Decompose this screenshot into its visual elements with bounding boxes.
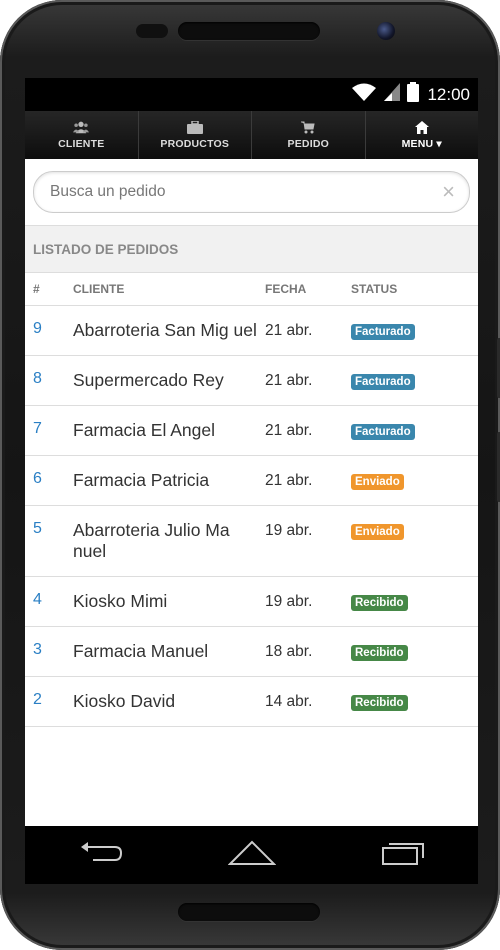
order-client: Kiosko David [73, 691, 176, 711]
back-icon [79, 841, 123, 870]
table-row[interactable]: 8 Supermercado Rey 21 abr. Facturado [25, 356, 478, 406]
orders-list: 9 Abarroteria San Mig uel 21 abr. Factur… [25, 306, 478, 727]
home-icon [414, 120, 430, 134]
nav-pedido-label: PEDIDO [287, 138, 329, 150]
search-container: × [25, 159, 478, 225]
order-client: Farmacia Patricia [73, 470, 210, 490]
cart-icon [300, 120, 316, 134]
order-client: Farmacia El Angel [73, 420, 216, 440]
status-badge: Facturado [351, 424, 415, 440]
nav-pedido[interactable]: PEDIDO [252, 111, 366, 159]
nav-menu[interactable]: MENU ▾ [366, 111, 479, 159]
header-num: # [33, 282, 40, 296]
table-row[interactable]: 9 Abarroteria San Mig uel 21 abr. Factur… [25, 306, 478, 356]
order-number[interactable]: 4 [25, 591, 73, 609]
table-row[interactable]: 4 Kiosko Mimi 19 abr. Recibido [25, 577, 478, 627]
users-icon [73, 120, 90, 134]
recents-button[interactable] [373, 835, 433, 875]
wifi-icon [351, 82, 377, 107]
back-button[interactable] [71, 835, 131, 875]
status-badge: Facturado [351, 374, 415, 390]
order-number[interactable]: 9 [25, 320, 73, 338]
order-client: Abarroteria San Mig uel [73, 320, 257, 340]
table-row[interactable]: 2 Kiosko David 14 abr. Recibido [25, 677, 478, 727]
order-date: 21 abr. [265, 472, 313, 489]
table-row[interactable]: 5 Abarroteria Julio Ma nuel 19 abr. Envi… [25, 506, 478, 577]
order-number[interactable]: 5 [25, 520, 73, 538]
order-number[interactable]: 8 [25, 370, 73, 388]
system-nav-bar [25, 826, 478, 884]
front-camera [377, 22, 395, 40]
nav-productos-label: PRODUCTOS [160, 138, 230, 150]
recents-icon [381, 840, 425, 871]
briefcase-icon [186, 120, 203, 134]
top-speaker [178, 22, 320, 40]
header-fecha: FECHA [265, 282, 307, 296]
order-number[interactable]: 2 [25, 691, 73, 709]
order-date: 19 abr. [265, 593, 313, 610]
nav-menu-text: MENU [401, 138, 434, 150]
header-cliente: CLIENTE [73, 282, 125, 296]
nav-menu-label: MENU ▾ [402, 138, 442, 150]
home-button[interactable] [222, 835, 282, 875]
nav-productos[interactable]: PRODUCTOS [139, 111, 252, 159]
order-client: Farmacia Manuel [73, 641, 209, 661]
clear-icon[interactable]: × [442, 181, 455, 203]
status-badge: Enviado [351, 474, 404, 490]
nav-cliente[interactable]: CLIENTE [25, 111, 139, 159]
order-date: 14 abr. [265, 693, 313, 710]
header-status: STATUS [351, 282, 398, 296]
nav-cliente-label: CLIENTE [58, 138, 105, 150]
status-badge: Enviado [351, 524, 404, 540]
status-badge: Facturado [351, 324, 415, 340]
table-header: # CLIENTE FECHA STATUS [25, 273, 478, 306]
order-date: 18 abr. [265, 643, 313, 660]
table-row[interactable]: 7 Farmacia El Angel 21 abr. Facturado [25, 406, 478, 456]
order-number[interactable]: 3 [25, 641, 73, 659]
order-client: Supermercado Rey [73, 370, 224, 390]
status-badge: Recibido [351, 595, 408, 611]
table-row[interactable]: 3 Farmacia Manuel 18 abr. Recibido [25, 627, 478, 677]
status-bar: 12:00 [25, 78, 478, 111]
screen: 12:00 CLIENTE PRODUCTOS PEDIDO MENU ▾ Bu… [25, 78, 478, 884]
bottom-speaker [178, 903, 320, 921]
order-client: Abarroteria Julio Ma nuel [73, 520, 230, 561]
status-time: 12:00 [427, 84, 470, 104]
order-date: 21 abr. [265, 372, 313, 389]
search-box: × [33, 171, 470, 213]
order-date: 19 abr. [265, 522, 313, 539]
top-navbar: CLIENTE PRODUCTOS PEDIDO MENU ▾ [25, 111, 478, 159]
signal-icon [383, 82, 401, 107]
home-nav-icon [227, 840, 276, 871]
proximity-sensor [136, 24, 168, 38]
battery-icon [407, 82, 420, 107]
order-date: 21 abr. [265, 422, 313, 439]
order-date: 21 abr. [265, 322, 313, 339]
search-input[interactable] [48, 182, 443, 202]
caret-down-icon: ▾ [436, 138, 442, 150]
order-client: Kiosko Mimi [73, 591, 168, 611]
status-badge: Recibido [351, 695, 408, 711]
order-number[interactable]: 7 [25, 420, 73, 438]
status-badge: Recibido [351, 645, 408, 661]
order-number[interactable]: 6 [25, 470, 73, 488]
section-header: LISTADO DE PEDIDOS [25, 225, 478, 273]
table-row[interactable]: 6 Farmacia Patricia 21 abr. Enviado [25, 456, 478, 506]
